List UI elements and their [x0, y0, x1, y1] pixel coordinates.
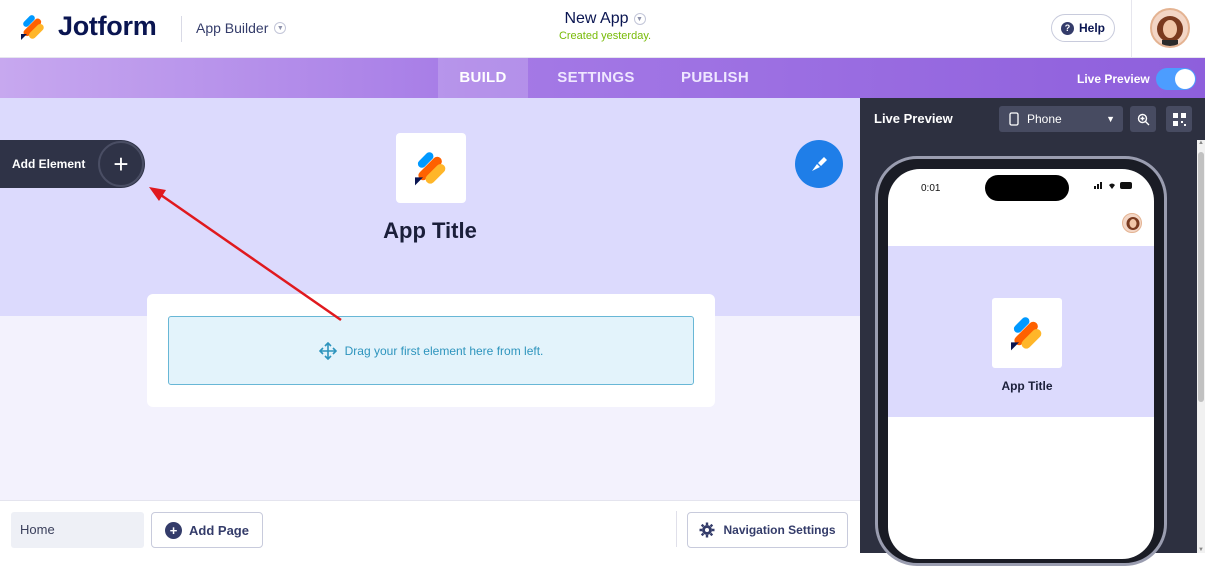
live-preview-panel: Live Preview Phone ▼ 0:01 App Title — [860, 98, 1205, 566]
paint-brush-icon — [812, 157, 827, 171]
scroll-up-arrow[interactable]: ▲ — [1197, 140, 1205, 146]
element-drop-zone[interactable]: Drag your first element here from left. — [168, 316, 694, 385]
phone-frame: 0:01 App Title — [875, 156, 1167, 566]
avatar-image — [1157, 16, 1183, 46]
add-element-button[interactable]: Add Element + — [0, 140, 145, 188]
preview-app-title: App Title — [1001, 379, 1053, 393]
builder-canvas: App Title Add Element + Drag your first … — [0, 98, 860, 500]
app-header-area[interactable]: App Title — [0, 98, 860, 316]
top-bar: Jotform App Builder ▼ New App ▼ Created … — [0, 0, 1205, 58]
logo-text: Jotform — [58, 11, 157, 41]
drop-card: Drag your first element here from left. — [147, 294, 715, 407]
navigation-settings-button[interactable]: Navigation Settings — [687, 512, 848, 548]
live-preview-toggle[interactable]: Live Preview — [1077, 68, 1196, 90]
plus-circle-icon: + — [165, 521, 183, 539]
app-builder-label: App Builder — [196, 20, 269, 36]
zoom-button[interactable] — [1130, 106, 1156, 132]
move-icon — [318, 341, 337, 360]
add-page-button[interactable]: + Add Page — [151, 512, 263, 548]
chevron-down-icon: ▼ — [274, 22, 287, 34]
preview-app-icon — [992, 298, 1062, 368]
zoom-icon — [1137, 113, 1149, 125]
wifi-icon — [1109, 183, 1115, 189]
preview-header: Live Preview Phone ▼ — [860, 98, 1205, 140]
live-preview-toggle-label: Live Preview — [1077, 72, 1150, 86]
add-page-label: Add Page — [189, 522, 249, 538]
page-item-home[interactable]: Home — [11, 512, 144, 548]
avatar[interactable] — [1150, 8, 1190, 48]
header-divider — [1131, 0, 1132, 58]
gear-icon — [699, 522, 715, 538]
app-name: New App — [564, 10, 629, 27]
signal-icon — [1094, 182, 1102, 189]
app-icon[interactable] — [396, 133, 466, 203]
bottom-divider — [676, 511, 677, 547]
preview-avatar — [1122, 213, 1142, 233]
app-created-status: Created yesterday. — [558, 30, 652, 42]
dynamic-island — [985, 175, 1069, 201]
tab-settings[interactable]: SETTINGS — [541, 58, 651, 98]
preview-app-header: App Title — [888, 246, 1154, 417]
qr-code-button[interactable] — [1166, 106, 1192, 132]
device-select-value: Phone — [1027, 112, 1062, 126]
toggle-knob — [1174, 69, 1195, 89]
scrollbar[interactable]: ▲ ▼ — [1197, 140, 1205, 553]
tab-build[interactable]: BUILD — [438, 58, 528, 98]
battery-icon — [1120, 181, 1132, 189]
navigation-settings-label: Navigation Settings — [723, 523, 836, 537]
chevron-down-icon: ▼ — [1106, 114, 1115, 124]
main-tabs-bar: BUILD SETTINGS PUBLISH Live Preview — [0, 58, 1205, 98]
tab-publish[interactable]: PUBLISH — [670, 58, 760, 98]
design-brush-button[interactable] — [795, 140, 843, 188]
phone-status-icons — [1094, 181, 1134, 189]
jotform-logo-icon — [21, 14, 44, 40]
phone-icon — [1009, 112, 1019, 126]
pages-bar: Home + Add Page Navigation Settings — [0, 500, 860, 553]
plus-icon: + — [98, 141, 144, 187]
add-element-label: Add Element — [12, 157, 86, 171]
app-builder-menu[interactable]: App Builder ▼ — [196, 20, 287, 36]
scroll-down-arrow[interactable]: ▼ — [1197, 547, 1205, 553]
phone-screen: 0:01 App Title — [888, 169, 1154, 559]
question-icon: ? — [1060, 21, 1074, 35]
drop-hint-text: Drag your first element here from left. — [344, 343, 544, 358]
toggle-switch[interactable] — [1155, 68, 1196, 90]
qr-code-icon — [1172, 112, 1186, 126]
jotform-app-icon — [1011, 317, 1042, 351]
jotform-logo[interactable]: Jotform — [18, 11, 157, 42]
header-divider — [181, 16, 182, 42]
jotform-app-icon — [415, 152, 446, 186]
chevron-down-icon: ▼ — [633, 13, 646, 25]
help-label: Help — [1078, 21, 1105, 35]
device-select[interactable]: Phone ▼ — [999, 106, 1123, 132]
help-button[interactable]: ? Help — [1051, 14, 1115, 42]
phone-time: 0:01 — [921, 183, 941, 194]
preview-title: Live Preview — [874, 111, 953, 126]
app-name-block[interactable]: New App ▼ Created yesterday. — [530, 10, 680, 42]
scrollbar-thumb[interactable] — [1198, 152, 1204, 402]
app-title[interactable]: App Title — [330, 218, 530, 244]
